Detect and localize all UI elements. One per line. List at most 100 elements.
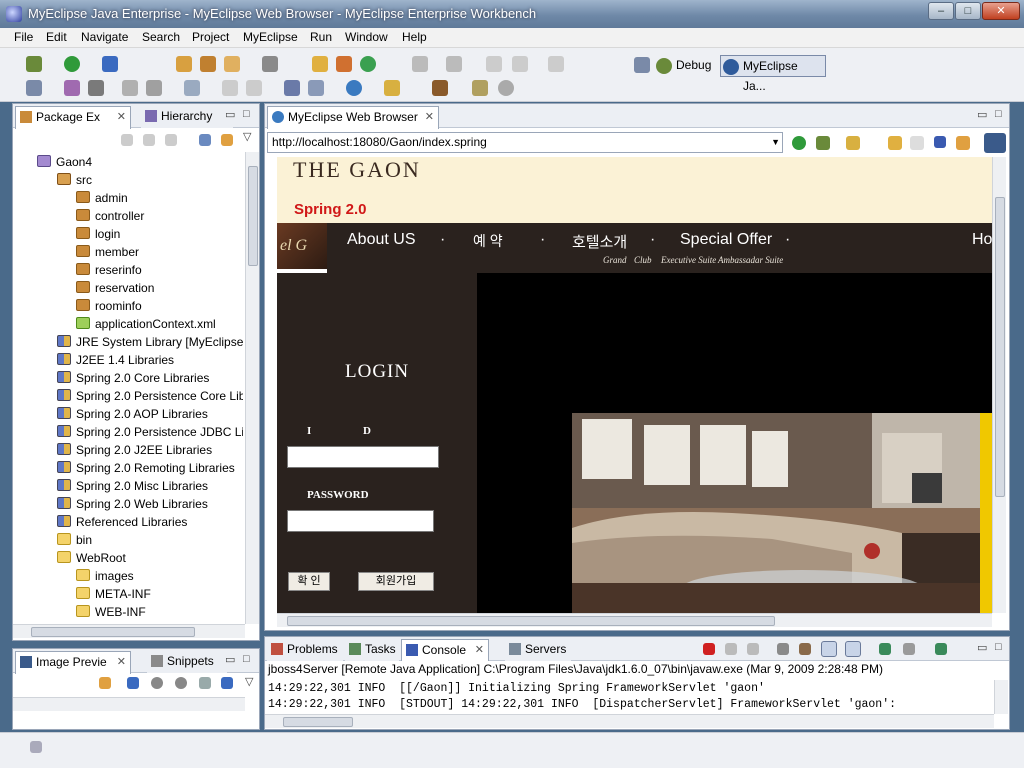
menu-run[interactable]: Run: [310, 30, 332, 44]
tree-item[interactable]: META-INF: [76, 585, 151, 603]
tree-item[interactable]: reservation: [76, 279, 154, 297]
tree-item[interactable]: member: [76, 243, 139, 261]
tree-item[interactable]: src: [57, 171, 92, 189]
browser-horizontal-scrollbar[interactable]: [277, 613, 992, 627]
tree-item[interactable]: Spring 2.0 Core Libraries: [57, 369, 209, 387]
tab-image-preview[interactable]: Image Previe ✕: [15, 651, 131, 674]
gaon-logo[interactable]: THE GAON: [293, 157, 421, 183]
tab-package-explorer[interactable]: Package Ex ✕: [15, 106, 131, 129]
open-resource-icon[interactable]: [308, 80, 324, 96]
pin-console-icon[interactable]: [879, 643, 891, 655]
console-vertical-scrollbar[interactable]: [994, 680, 1008, 714]
browser-vertical-scrollbar[interactable]: [992, 157, 1006, 613]
tab-console[interactable]: Console ✕: [401, 639, 489, 662]
tree-item[interactable]: Spring 2.0 Persistence JDBC Li: [57, 423, 243, 441]
new-icon[interactable]: [184, 80, 200, 96]
server-icon[interactable]: [224, 56, 240, 72]
scroll-thumb[interactable]: [283, 717, 353, 727]
close-tab-icon[interactable]: ✕: [117, 107, 126, 127]
url-dropdown-icon[interactable]: ▼: [771, 133, 780, 152]
preview-horizontal-scrollbar[interactable]: [13, 697, 245, 711]
tab-problems[interactable]: Problems: [267, 639, 343, 661]
close-tab-icon[interactable]: ✕: [475, 640, 484, 660]
tree-item[interactable]: WebRoot: [57, 549, 126, 567]
menu-help[interactable]: Help: [402, 30, 427, 44]
nav-special-offer[interactable]: Special Offer: [680, 231, 772, 249]
tree-item[interactable]: J2EE 1.4 Libraries: [57, 351, 174, 369]
tree-item[interactable]: bin: [57, 531, 92, 549]
refresh-icon[interactable]: [956, 136, 970, 150]
id-input[interactable]: [287, 446, 439, 468]
tree-item[interactable]: Gaon4: [37, 153, 92, 171]
save-all-icon[interactable]: [246, 80, 262, 96]
close-tab-icon[interactable]: ✕: [117, 652, 126, 672]
tree-item[interactable]: applicationContext.xml: [76, 315, 216, 333]
view-menu-icon[interactable]: ▽: [243, 130, 251, 143]
menu-file[interactable]: File: [14, 30, 33, 44]
nav-reservation[interactable]: 예 약: [473, 231, 503, 251]
back-icon[interactable]: [512, 56, 528, 72]
minimize-button[interactable]: –: [928, 2, 954, 20]
go-icon[interactable]: [792, 136, 806, 150]
menu-edit[interactable]: Edit: [46, 30, 67, 44]
prev-annotation-icon[interactable]: [446, 56, 462, 72]
tree-vertical-scrollbar[interactable]: [245, 152, 259, 624]
tree-item[interactable]: images: [76, 567, 134, 585]
subnav-executive-suite[interactable]: Executive Suite: [661, 255, 716, 265]
tab-snippets[interactable]: Snippets: [147, 651, 227, 673]
tab-servers[interactable]: Servers: [505, 639, 571, 661]
tree-item[interactable]: admin: [76, 189, 128, 207]
close-tab-icon[interactable]: ✕: [425, 107, 434, 127]
subnav-ambassadar-suite[interactable]: Ambassadar Suite: [718, 255, 783, 265]
show-stderr-icon[interactable]: [845, 641, 861, 657]
scroll-thumb[interactable]: [31, 627, 195, 637]
close-window-button[interactable]: ✕: [982, 2, 1020, 20]
nav-home[interactable]: Ho: [972, 231, 992, 249]
debug-icon[interactable]: [26, 56, 42, 72]
tree-item[interactable]: Spring 2.0 J2EE Libraries: [57, 441, 212, 459]
password-input[interactable]: [287, 510, 434, 532]
perspective-debug[interactable]: Debug: [654, 55, 711, 77]
scroll-thumb[interactable]: [995, 197, 1005, 497]
remove-all-icon[interactable]: [747, 643, 759, 655]
display-console-icon[interactable]: [903, 643, 915, 655]
up-nav-icon[interactable]: [165, 134, 177, 146]
back-nav-icon[interactable]: [121, 134, 133, 146]
subnav-grand[interactable]: Grand: [603, 255, 627, 265]
tree-item[interactable]: JRE System Library [MyEclipse: [57, 333, 243, 351]
zoom-in-icon[interactable]: [175, 677, 187, 689]
tree-item[interactable]: controller: [76, 207, 144, 225]
open-perspective-icon[interactable]: [634, 57, 650, 73]
maximize-view-icon[interactable]: □: [995, 641, 1002, 653]
deploy-icon[interactable]: [200, 56, 216, 72]
fit-window-icon[interactable]: [221, 677, 233, 689]
signup-button[interactable]: 회원가입: [358, 572, 434, 591]
forward-nav-icon[interactable]: [143, 134, 155, 146]
debug-page-icon[interactable]: [816, 136, 830, 150]
menu-window[interactable]: Window: [345, 30, 388, 44]
search-icon[interactable]: [384, 80, 400, 96]
minimize-view-icon[interactable]: ▭: [977, 108, 987, 121]
browser-forward-icon[interactable]: [910, 136, 924, 150]
tree-item[interactable]: roominfo: [76, 297, 142, 315]
run-icon[interactable]: [64, 56, 80, 72]
cut-icon[interactable]: [122, 80, 138, 96]
stop-icon[interactable]: [934, 136, 946, 148]
new-web-icon[interactable]: [360, 56, 376, 72]
tab-tasks[interactable]: Tasks: [345, 639, 399, 661]
tree-item[interactable]: login: [76, 225, 120, 243]
last-edit-icon[interactable]: [486, 56, 502, 72]
perspective-myeclipse[interactable]: MyEclipse Ja...: [720, 55, 826, 93]
nav-hotel-intro[interactable]: 호텔소개: [572, 231, 627, 252]
open-console-icon[interactable]: [935, 643, 947, 655]
scroll-thumb[interactable]: [287, 616, 775, 626]
minimize-view-icon[interactable]: ▭: [977, 641, 987, 654]
tree-item[interactable]: Spring 2.0 Remoting Libraries: [57, 459, 235, 477]
sync-icon[interactable]: [99, 677, 111, 689]
next-annotation-icon[interactable]: [412, 56, 428, 72]
open-project-icon[interactable]: [176, 56, 192, 72]
browser-back-icon[interactable]: [888, 136, 902, 150]
actual-size-icon[interactable]: [199, 677, 211, 689]
zoom-out-icon[interactable]: [151, 677, 163, 689]
maximize-view-icon[interactable]: □: [995, 108, 1002, 120]
